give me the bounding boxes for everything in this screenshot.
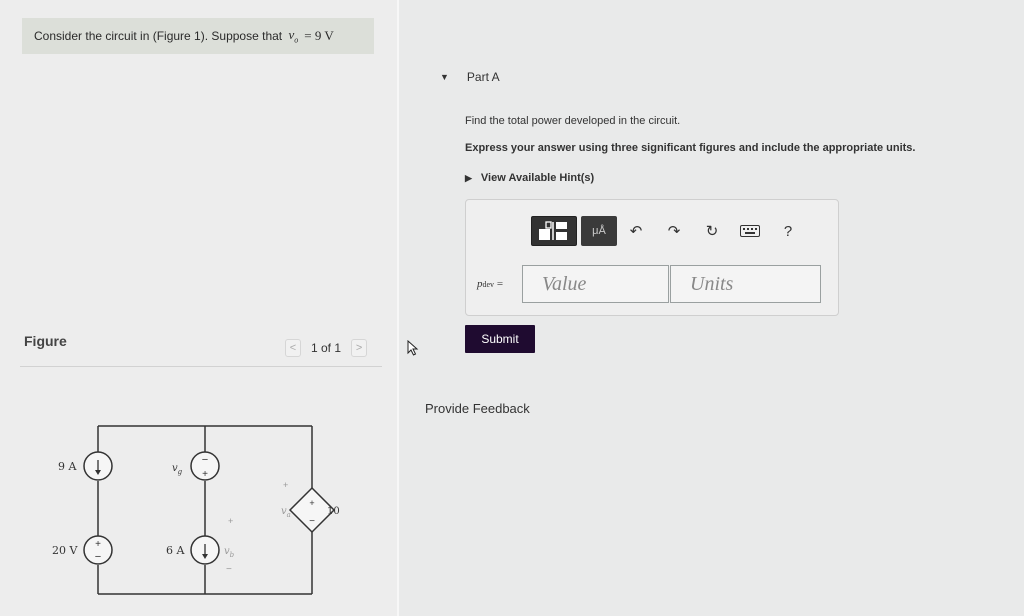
redo-button[interactable]: ↷ xyxy=(655,216,693,246)
figure-divider xyxy=(20,366,382,367)
svg-text:−: − xyxy=(202,454,208,466)
svg-text:+: + xyxy=(95,539,101,550)
svg-text:+: + xyxy=(228,516,233,526)
label-vg: vg xyxy=(172,463,183,476)
units-input[interactable] xyxy=(670,265,821,303)
view-hints-label: View Available Hint(s) xyxy=(480,172,595,184)
question-banner: Consider the circuit in (Figure 1). Supp… xyxy=(22,18,374,54)
svg-text:+: + xyxy=(309,498,314,508)
reset-button[interactable]: ↻ xyxy=(693,216,731,246)
svg-text:−: − xyxy=(309,516,315,527)
collapse-triangle-icon[interactable]: ▼ xyxy=(440,72,449,82)
problem-statement: Find the total power developed in the ci… xyxy=(465,115,681,127)
svg-text:−: − xyxy=(226,564,232,575)
dependent-source-label: 10 va xyxy=(327,506,340,519)
next-figure-button[interactable]: > xyxy=(351,339,368,357)
expand-triangle-icon: ▶ xyxy=(465,172,472,183)
question-value: = 9 V xyxy=(304,28,334,43)
templates-button[interactable] xyxy=(531,216,577,246)
value-input[interactable] xyxy=(522,265,669,303)
source-label-9a: 9 A xyxy=(58,460,77,473)
help-button[interactable]: ? xyxy=(769,216,807,246)
answer-instructions: Express your answer using three signific… xyxy=(465,142,916,154)
reset-icon: ↻ xyxy=(705,223,719,240)
figure-count: 1 of 1 xyxy=(311,341,342,355)
question-text: Consider the circuit in (Figure 1). Supp… xyxy=(34,29,286,43)
question-variable: vo xyxy=(288,27,299,45)
redo-icon: ↷ xyxy=(667,223,681,240)
mouse-cursor-icon xyxy=(407,340,419,356)
keyboard-icon xyxy=(740,225,760,237)
label-vb: vb xyxy=(224,546,235,559)
submit-button[interactable]: Submit xyxy=(465,325,535,353)
units-button[interactable]: μÅ xyxy=(581,216,617,246)
voltage-source-20v: + − xyxy=(83,535,113,565)
source-label-6a: 6 A xyxy=(166,544,185,557)
label-va: va xyxy=(281,506,291,519)
prev-figure-button[interactable]: < xyxy=(285,339,301,357)
answer-toolbar: μÅ ↶ ↷ ↻ ? xyxy=(531,216,807,246)
current-source-9a xyxy=(83,451,113,481)
part-title: Part A xyxy=(466,70,500,84)
part-a-header[interactable]: ▼ Part A xyxy=(440,70,500,84)
voltage-source-vg: − + xyxy=(190,451,220,481)
answer-label: pdev = xyxy=(477,278,504,290)
svg-text:+: + xyxy=(202,469,208,480)
figure-pager: < 1 of 1 > xyxy=(285,339,368,357)
keyboard-button[interactable] xyxy=(731,216,769,246)
figure-panel: Consider the circuit in (Figure 1). Supp… xyxy=(0,0,397,616)
undo-button[interactable]: ↶ xyxy=(617,216,655,246)
templates-icon xyxy=(539,221,567,240)
undo-icon: ↶ xyxy=(629,223,643,240)
source-label-20v: 20 V xyxy=(52,544,78,557)
figure-heading: Figure xyxy=(24,333,67,349)
view-hints-link[interactable]: ▶ View Available Hint(s) xyxy=(465,172,594,184)
provide-feedback-link[interactable]: Provide Feedback xyxy=(425,401,530,416)
svg-text:+: + xyxy=(283,480,288,490)
current-source-6a xyxy=(190,535,220,565)
circuit-diagram: 9 A − + vg + − 20 V 6 A vb + − + − 10 va… xyxy=(52,425,340,595)
svg-text:−: − xyxy=(95,551,101,563)
